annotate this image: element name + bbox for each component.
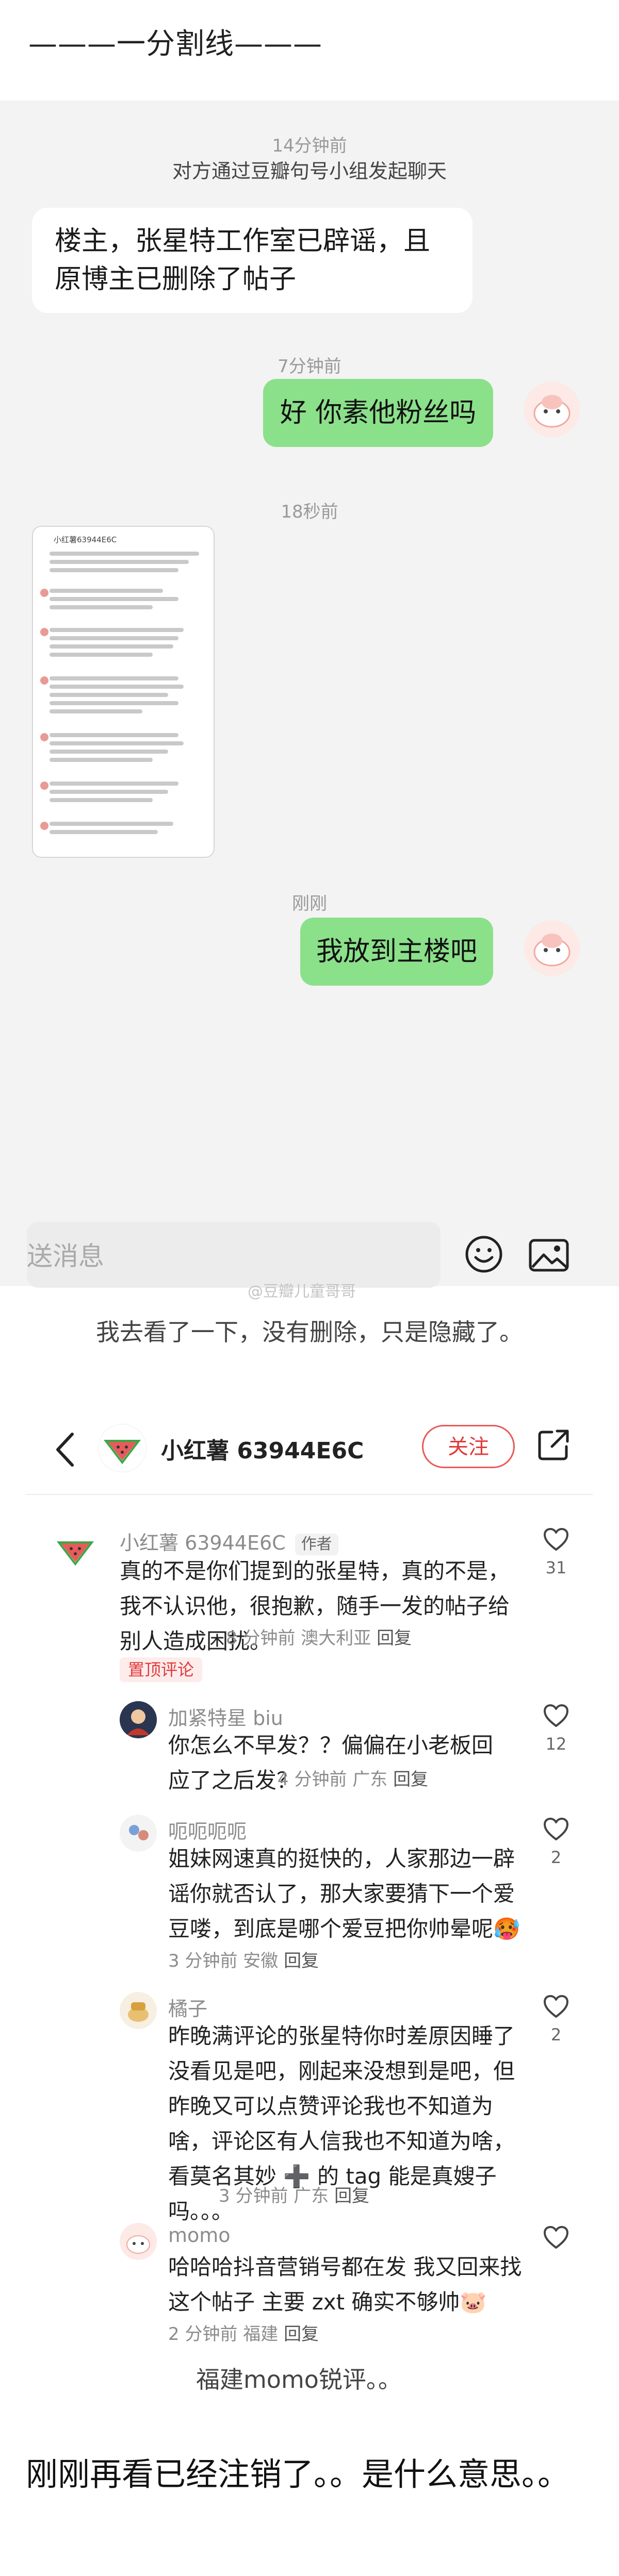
like-count: 12 (545, 1734, 567, 1754)
share-icon[interactable] (536, 1428, 571, 1462)
reply-button[interactable]: 回复 (284, 1951, 319, 1971)
like-count: 2 (550, 2025, 562, 2045)
comment-meta: 2 分钟前 福建 回复 (168, 2320, 319, 2345)
heart-icon[interactable] (543, 2225, 569, 2250)
user-avatar[interactable] (120, 1815, 157, 1852)
comment-time-location: 3 分钟前 安徽 (168, 1951, 279, 1971)
comment-meta: 3 分钟前 安徽 回复 (168, 1947, 319, 1972)
like-count: 31 (545, 1558, 567, 1577)
watermelon-avatar-icon[interactable] (52, 1526, 99, 1573)
shared-screenshot-image[interactable]: 小红薯63944E6C (32, 526, 215, 858)
closing-text: 刚刚再看已经注销了。。是什么意思。。 (26, 2455, 570, 2493)
comment-username[interactable]: 小红薯 63944E6C 作者 (120, 1527, 338, 1555)
timestamp: 刚刚 (292, 893, 327, 914)
watermelon-avatar-icon[interactable] (98, 1424, 146, 1472)
timestamp: 18秒前 (281, 502, 338, 522)
comment-time-location: 8 分钟前 澳大利亚 (226, 1628, 371, 1649)
author-tag: 作者 (295, 1533, 338, 1555)
user-avatar[interactable] (524, 381, 580, 437)
reply-button[interactable]: 回复 (334, 2186, 369, 2206)
system-message: 对方通过豆瓣句号小组发起聊天 (172, 160, 447, 182)
reply-button[interactable]: 回复 (284, 2324, 319, 2345)
timestamp: 14分钟前 (272, 136, 347, 156)
comment-meta: 8 分钟前 澳大利亚 回复 (226, 1624, 412, 1649)
user-avatar[interactable] (120, 1701, 157, 1738)
user-avatar[interactable] (524, 920, 580, 976)
emoji-icon[interactable] (464, 1235, 503, 1274)
message-input-placeholder: 送消息 (27, 1241, 104, 1271)
watermark: @豆瓣儿童哥哥 (248, 1283, 356, 1301)
chevron-left-icon[interactable] (51, 1429, 82, 1470)
comment-username[interactable]: 呃呃呃呃 (168, 1816, 247, 1844)
pinned-tag: 置顶评论 (120, 1657, 203, 1682)
thumb-title: 小红薯63944E6C (54, 535, 117, 544)
heart-icon[interactable] (543, 1817, 569, 1841)
comment-time-location: 2 分钟前 福建 (168, 2324, 279, 2345)
comment-meta: 3 分钟前 广东 回复 (219, 2182, 369, 2207)
chat-screenshot: 14分钟前 对方通过豆瓣句号小组发起聊天 楼主，张星特工作室已辟谣，且原博主已删… (0, 101, 619, 1286)
comment-time-location: 4 分钟前 广东 (278, 1769, 388, 1790)
user-avatar[interactable] (120, 1992, 157, 2029)
comment-text: 哈哈哈抖音营销号都在发 我又回来找这个帖子 主要 zxt 确实不够帅🐷 (168, 2254, 522, 2315)
outgoing-message[interactable]: 好 你素他粉丝吗 (263, 379, 493, 447)
caption-text: 福建momo锐评。。 (196, 2366, 402, 2394)
user-avatar[interactable] (120, 2223, 157, 2260)
reply-button[interactable]: 回复 (377, 1628, 412, 1649)
caption-text: 我去看了一下，没有删除，只是隐藏了。 (96, 1318, 523, 1346)
reply-button[interactable]: 回复 (393, 1769, 428, 1790)
like-count: 2 (550, 1848, 562, 1867)
comment-username[interactable]: 橘子 (168, 1993, 207, 2021)
comment-time-location: 3 分钟前 广东 (219, 2186, 329, 2206)
header-divider (26, 1494, 593, 1495)
divider-text: ———一分割线——— (28, 27, 322, 61)
comment-username[interactable]: 加紧特星 biu (168, 1702, 283, 1731)
image-icon[interactable] (528, 1237, 569, 1273)
comment-text: 姐妹网速真的挺快的，人家那边一辟谣你就否认了，那大家要猜下一个爱豆喽，到底是哪个… (168, 1846, 520, 1941)
profile-name[interactable]: 小红薯 63944E6C (161, 1432, 364, 1465)
follow-button[interactable]: 关注 (422, 1425, 515, 1468)
heart-icon[interactable] (543, 1527, 569, 1552)
username-text[interactable]: 小红薯 63944E6C (120, 1532, 286, 1554)
heart-icon[interactable] (543, 1703, 569, 1728)
comment-username[interactable]: momo (168, 2224, 231, 2247)
comment-meta: 4 分钟前 广东 回复 (278, 1765, 428, 1790)
timestamp: 7分钟前 (278, 356, 341, 377)
incoming-message[interactable]: 楼主，张星特工作室已辟谣，且原博主已删除了帖子 (32, 208, 473, 313)
heart-icon[interactable] (543, 1994, 569, 2019)
outgoing-message[interactable]: 我放到主楼吧 (300, 918, 493, 986)
